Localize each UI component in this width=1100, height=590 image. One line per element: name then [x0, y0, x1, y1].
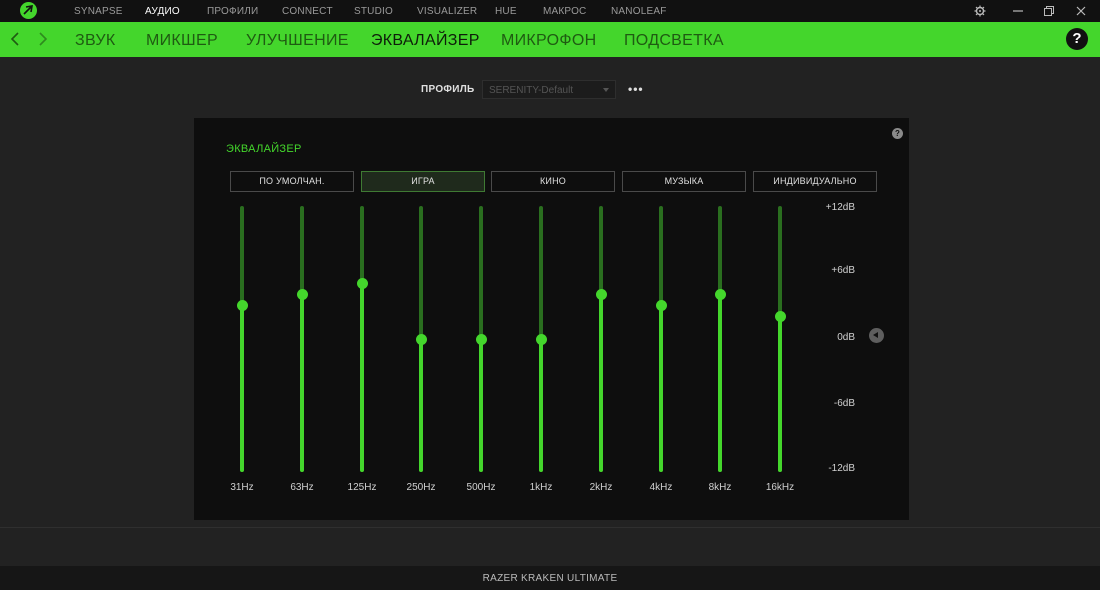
topnav-item-macros[interactable]: МАКРОС [543, 6, 586, 17]
back-arrow-icon[interactable] [9, 31, 23, 47]
band-slider-fill [539, 339, 543, 472]
db-scale-label: -6dB [833, 398, 855, 409]
band-slider-fill [479, 339, 483, 472]
tab-enhancement[interactable]: УЛУЧШЕНИЕ [246, 32, 349, 50]
band-frequency-label: 8kHz [708, 482, 732, 493]
profile-label: ПРОФИЛЬ [421, 84, 475, 95]
band-slider-thumb[interactable] [415, 333, 427, 345]
band-slider-thumb[interactable] [535, 333, 547, 345]
band-frequency-label: 31Hz [230, 482, 254, 493]
help-button[interactable]: ? [1066, 28, 1088, 50]
section-tabs-bar: ЗВУК МИКШЕР УЛУЧШЕНИЕ ЭКВАЛАЙЗЕР МИКРОФО… [0, 22, 1100, 57]
preset-game-button[interactable]: ИГРА [361, 171, 485, 192]
band-slider-thumb[interactable] [655, 300, 667, 312]
band-slider-thumb[interactable] [475, 333, 487, 345]
band-slider-thumb[interactable] [236, 300, 248, 312]
band-slider-fill [718, 294, 722, 472]
db-scale-label: +6dB [831, 265, 855, 276]
band-slider-fill [360, 283, 364, 472]
band-frequency-label: 125Hz [347, 482, 377, 493]
equalizer-title: ЭКВАЛАЙЗЕР [226, 143, 302, 155]
band-slider-fill [599, 294, 603, 472]
band-slider-fill [240, 305, 244, 472]
preset-music-button[interactable]: МУЗЫКА [622, 171, 746, 192]
band-frequency-label: 500Hz [466, 482, 496, 493]
profile-more-button[interactable]: ••• [628, 82, 644, 96]
divider [0, 527, 1100, 528]
chevron-down-icon [603, 88, 609, 92]
band-slider-fill [659, 305, 663, 472]
title-bar: SYNAPSE АУДИО ПРОФИЛИ CONNECT STUDIO VIS… [0, 0, 1100, 22]
profile-dropdown[interactable]: SERENITY-Default [482, 80, 616, 99]
band-slider-thumb[interactable] [774, 311, 786, 323]
band-frequency-label: 63Hz [290, 482, 314, 493]
tab-mixer[interactable]: МИКШЕР [146, 32, 218, 50]
band-slider-thumb[interactable] [296, 289, 308, 301]
tab-lighting[interactable]: ПОДСВЕТКА [624, 32, 724, 50]
preset-movie-button[interactable]: КИНО [491, 171, 615, 192]
device-bar: RAZER KRAKEN ULTIMATE [0, 566, 1100, 590]
razer-logo-icon[interactable] [20, 2, 37, 19]
tab-equalizer[interactable]: ЭКВАЛАЙЗЕР [371, 32, 480, 50]
band-slider-fill [300, 294, 304, 472]
band-frequency-label: 2kHz [589, 482, 613, 493]
topnav-item-hue[interactable]: HUE [495, 6, 517, 17]
preset-default-button[interactable]: ПО УМОЛЧАН. [230, 171, 354, 192]
band-frequency-label: 1kHz [529, 482, 553, 493]
db-scale-label: -12dB [828, 463, 855, 474]
band-frequency-label: 4kHz [649, 482, 673, 493]
topnav-item-studio[interactable]: STUDIO [354, 6, 393, 17]
tab-sound[interactable]: ЗВУК [75, 32, 116, 50]
db-scale-label: +12dB [825, 202, 855, 213]
forward-arrow-icon[interactable] [35, 31, 49, 47]
topnav-item-nanoleaf[interactable]: NANOLEAF [611, 6, 667, 17]
topnav-item-profiles[interactable]: ПРОФИЛИ [207, 6, 258, 17]
close-icon[interactable] [1074, 4, 1088, 18]
topnav-item-connect[interactable]: CONNECT [282, 6, 333, 17]
preset-custom-button[interactable]: ИНДИВИДУАЛЬНО [753, 171, 877, 192]
restore-icon[interactable] [1042, 4, 1056, 18]
topnav-item-synapse[interactable]: SYNAPSE [74, 6, 123, 17]
band-frequency-label: 16kHz [765, 482, 795, 493]
device-name: RAZER KRAKEN ULTIMATE [482, 573, 618, 584]
minimize-icon[interactable] [1011, 4, 1025, 18]
band-slider-fill [778, 316, 782, 472]
tab-microphone[interactable]: МИКРОФОН [501, 32, 596, 50]
db-scale-label: 0dB [837, 332, 855, 343]
band-slider-thumb[interactable] [595, 289, 607, 301]
band-slider-thumb[interactable] [714, 289, 726, 301]
band-slider-thumb[interactable] [356, 278, 368, 290]
profile-dropdown-value: SERENITY-Default [489, 85, 574, 96]
band-slider-fill [419, 339, 423, 472]
reset-to-zero-button[interactable] [869, 328, 884, 343]
equalizer-help-icon[interactable]: ? [892, 128, 903, 139]
band-frequency-label: 250Hz [406, 482, 436, 493]
topnav-item-audio[interactable]: АУДИО [145, 6, 180, 17]
settings-gear-icon[interactable] [973, 4, 987, 18]
topnav-item-visualizer[interactable]: VISUALIZER [417, 6, 477, 17]
